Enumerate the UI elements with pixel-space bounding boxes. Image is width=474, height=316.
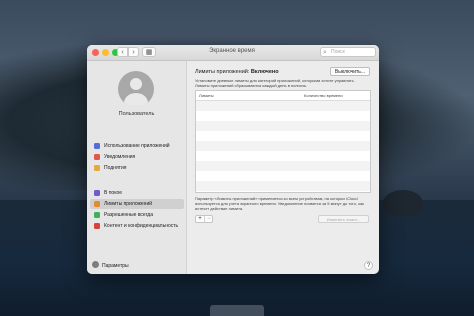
sidebar-item[interactable]: Уведомления <box>90 152 184 162</box>
help-button[interactable]: ? <box>364 261 373 270</box>
user-name: Пользователь <box>118 111 155 117</box>
change-limit-button[interactable]: Изменить лимит... <box>318 215 369 223</box>
limits-description: Установите дневные лимиты для категорий … <box>195 78 355 88</box>
sidebar-item-label: Лимиты приложений <box>104 201 153 207</box>
title-status: Включено <box>250 69 279 75</box>
remove-limit-button[interactable]: − <box>205 216 213 222</box>
table-header: Лимиты Количество времени <box>196 91 370 101</box>
settings-item[interactable]: Параметры <box>92 261 129 271</box>
sidebar-item[interactable]: Лимиты приложений <box>90 199 184 209</box>
table-row <box>196 111 370 121</box>
close-button[interactable] <box>92 49 99 56</box>
sidebar: Пользователь Использование приложений Уве… <box>87 61 187 274</box>
table-row <box>196 101 370 111</box>
title-bar: ‹ › ▦ Экранное время ⌕ <box>87 45 379 61</box>
table-row <box>196 141 370 151</box>
window-title: Экранное время <box>209 48 255 54</box>
sidebar-item-label: Уведомления <box>104 154 136 160</box>
table-row <box>196 171 370 181</box>
phone-icon <box>94 165 100 171</box>
table-row <box>196 181 370 191</box>
bell-icon <box>94 154 100 160</box>
hourglass-icon <box>94 143 100 149</box>
add-remove-group: + − <box>195 215 213 223</box>
minimize-button[interactable] <box>102 49 109 56</box>
sidebar-item-label: В покое <box>104 190 123 196</box>
search-input[interactable] <box>331 48 373 56</box>
table-row <box>196 161 370 171</box>
main-pane: Лимиты приложений: Включено Выключить...… <box>187 61 379 274</box>
back-button[interactable]: ‹ <box>117 47 128 57</box>
dock <box>210 305 264 316</box>
sidebar-item[interactable]: Использование приложений <box>90 141 184 151</box>
no-entry-icon <box>94 223 100 229</box>
table-row <box>196 121 370 131</box>
forward-button[interactable]: › <box>128 47 139 57</box>
moon-icon <box>94 190 100 196</box>
search-icon: ⌕ <box>323 49 327 56</box>
avatar-body <box>124 93 148 107</box>
add-limit-button[interactable]: + <box>196 216 205 222</box>
avatar[interactable] <box>118 71 154 107</box>
sidebar-item-label: Поднятия <box>104 165 127 171</box>
search-field[interactable]: ⌕ <box>320 47 376 57</box>
hourglass-icon <box>94 201 100 207</box>
title-prefix: Лимиты приложений: <box>195 69 250 75</box>
table-row <box>196 151 370 161</box>
sidebar-item-label: Контент и конфиденциальность <box>104 223 179 229</box>
check-icon <box>94 212 100 218</box>
footer-description: Параметр «Лимиты приложений» применяется… <box>195 196 365 211</box>
limits-table[interactable]: Лимиты Количество времени <box>195 90 371 193</box>
screen-time-window: ‹ › ▦ Экранное время ⌕ Пользователь Испо… <box>87 45 379 274</box>
page-title: Лимиты приложений: Включено <box>195 69 279 75</box>
wallpaper-rock <box>383 190 423 216</box>
show-all-grid-icon[interactable]: ▦ <box>142 47 156 57</box>
sidebar-item-label: Использование приложений <box>104 143 170 149</box>
sidebar-item[interactable]: Контент и конфиденциальность <box>90 221 184 231</box>
avatar-head <box>130 78 142 90</box>
sidebar-item[interactable]: Разрешенные всегда <box>90 210 184 220</box>
settings-label: Параметры <box>102 263 129 269</box>
turn-off-button[interactable]: Выключить... <box>330 67 370 76</box>
gear-icon <box>92 261 99 269</box>
sidebar-item-label: Разрешенные всегда <box>104 212 154 218</box>
column-header-time[interactable]: Количество времени <box>304 91 343 100</box>
column-header-limits[interactable]: Лимиты <box>199 91 214 100</box>
table-row <box>196 131 370 141</box>
sidebar-item[interactable]: В покое <box>90 188 184 198</box>
sidebar-item[interactable]: Поднятия <box>90 163 184 173</box>
